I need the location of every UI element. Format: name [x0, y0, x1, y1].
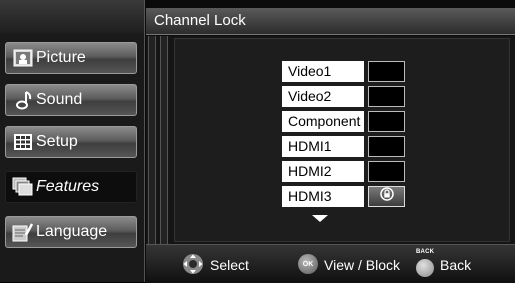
tv-menu-screen: Picture Sound Setup Features Language Ch… — [0, 0, 515, 283]
view-block-hint-label: View / Block — [324, 257, 400, 273]
back-hint-label: Back — [440, 257, 472, 273]
sidebar-item-label: Picture — [36, 49, 86, 66]
channel-label: HDMI2 — [282, 161, 364, 182]
channel-row-video1[interactable]: Video1 — [282, 61, 410, 82]
back-badge-label: BACK — [416, 249, 435, 255]
lock-toggle-box[interactable] — [368, 61, 405, 82]
channel-row-hdmi2[interactable]: HDMI2 — [282, 161, 410, 182]
sidebar-top-bar — [0, 0, 144, 34]
page-title: Channel Lock — [154, 12, 246, 29]
channel-row-component[interactable]: Component — [282, 111, 410, 132]
channel-label: Component — [282, 111, 364, 132]
back-button-icon — [416, 259, 434, 277]
lock-toggle-box[interactable] — [368, 136, 405, 157]
sidebar-item-setup[interactable]: Setup — [5, 126, 137, 158]
dpad-icon — [182, 253, 204, 280]
header-bar: Channel Lock — [146, 8, 515, 35]
ok-button-icon: OK — [298, 254, 318, 274]
channel-label: HDMI3 — [282, 186, 364, 207]
sidebar-item-language[interactable]: Language — [5, 216, 137, 248]
sidebar-item-label: Sound — [36, 91, 83, 108]
lock-toggle-box[interactable] — [368, 111, 405, 132]
select-hint-label: Select — [210, 257, 249, 273]
footer-hint-bar: Select OK View / Block BACK Back — [146, 244, 515, 283]
sidebar-item-picture[interactable]: Picture — [5, 42, 137, 74]
lock-toggle-box[interactable] — [368, 86, 405, 107]
lock-toggle-box[interactable] — [368, 186, 405, 207]
channel-row-hdmi1[interactable]: HDMI1 — [282, 136, 410, 157]
channel-label: HDMI1 — [282, 136, 364, 157]
channel-row-hdmi3[interactable]: HDMI3 — [282, 186, 410, 207]
scroll-down-arrow-icon[interactable] — [312, 215, 328, 222]
features-icon — [12, 177, 34, 197]
language-icon — [12, 222, 34, 242]
lock-icon — [379, 187, 394, 206]
sidebar-item-features[interactable]: Features — [5, 171, 137, 203]
lock-toggle-box[interactable] — [368, 161, 405, 182]
sidebar-item-label: Setup — [36, 133, 78, 150]
picture-icon — [12, 48, 34, 68]
channel-row-video2[interactable]: Video2 — [282, 86, 410, 107]
sidebar-item-label: Language — [36, 223, 108, 240]
setup-icon — [12, 132, 34, 152]
channel-label: Video2 — [282, 86, 364, 107]
sound-icon — [12, 90, 34, 110]
sidebar-item-sound[interactable]: Sound — [5, 84, 137, 116]
sidebar-item-label: Features — [36, 178, 100, 195]
sidebar-menu: Picture Sound Setup Features Language — [0, 0, 145, 282]
channel-label: Video1 — [282, 61, 364, 82]
